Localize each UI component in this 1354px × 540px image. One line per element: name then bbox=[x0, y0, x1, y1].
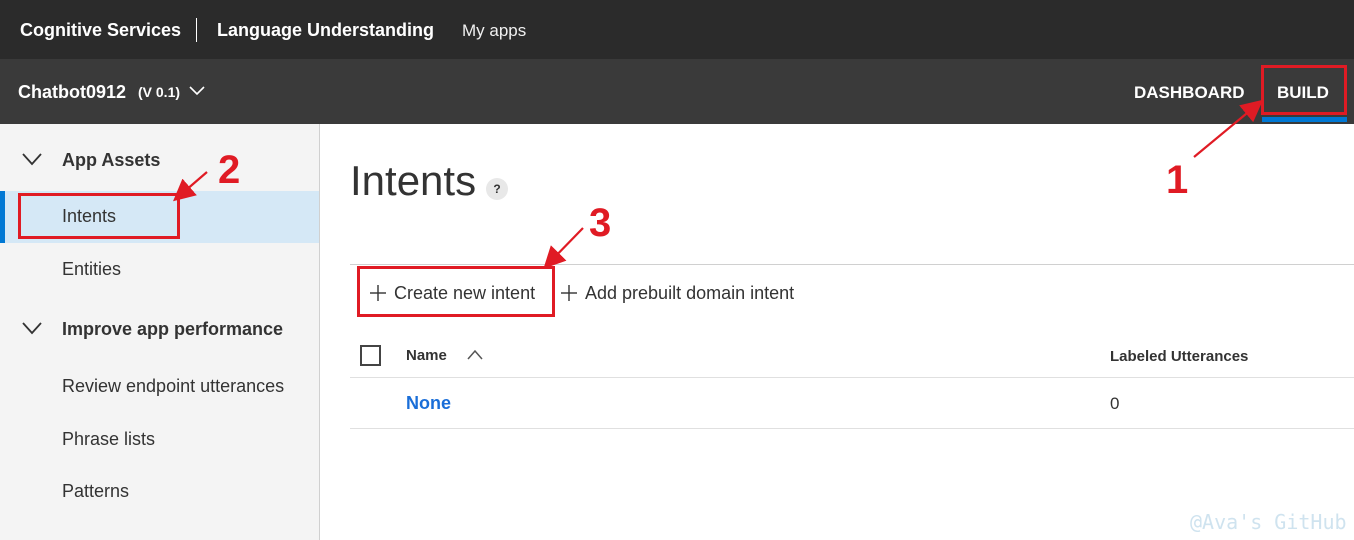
sidebar-item-label: Patterns bbox=[62, 481, 130, 501]
chevron-down-icon[interactable] bbox=[188, 81, 206, 99]
chevron-down-icon[interactable] bbox=[22, 321, 42, 335]
table-row[interactable]: None 0 bbox=[350, 378, 1354, 429]
highlight-build-tab bbox=[1261, 65, 1347, 115]
page-title: Intents bbox=[350, 157, 477, 204]
product-name[interactable]: Language Understanding bbox=[217, 20, 434, 41]
help-icon[interactable]: ? bbox=[486, 178, 508, 200]
intent-name-link[interactable]: None bbox=[406, 393, 451, 414]
chevron-down-icon[interactable] bbox=[22, 152, 42, 166]
app-bar: Chatbot0912 (V 0.1) DASHBOARD BUILD bbox=[0, 59, 1354, 124]
my-apps-link[interactable]: My apps bbox=[462, 21, 526, 41]
header-divider bbox=[196, 18, 197, 42]
sidebar-item-phrase-lists[interactable]: Phrase lists bbox=[0, 414, 319, 466]
highlight-intents-item bbox=[18, 193, 180, 239]
toolbar-divider bbox=[350, 264, 1354, 265]
sidebar-item-entities[interactable]: Entities bbox=[0, 244, 319, 296]
sort-ascending-icon[interactable] bbox=[466, 348, 484, 362]
watermark: @Ava's GitHub bbox=[1190, 510, 1347, 534]
sidebar-group-label: Improve app performance bbox=[62, 319, 284, 339]
arrow-to-create-intent bbox=[543, 227, 584, 269]
add-prebuilt-domain-intent-button[interactable]: Add prebuilt domain intent bbox=[560, 280, 794, 306]
sidebar-item-review-endpoint-utterances[interactable]: Review endpoint utterances bbox=[0, 361, 319, 413]
highlight-create-intent bbox=[357, 266, 555, 317]
intents-table-header: Name Labeled Utterances bbox=[350, 336, 1354, 378]
column-header-labeled-utterances[interactable]: Labeled Utterances bbox=[1110, 348, 1248, 365]
sidebar-item-label: Phrase lists bbox=[62, 429, 156, 449]
sidebar-group-app-assets[interactable]: App Assets bbox=[0, 140, 320, 180]
app-version[interactable]: (V 0.1) bbox=[138, 84, 180, 100]
sidebar: App Assets Intents Entities Improve app … bbox=[0, 124, 320, 540]
sidebar-item-patterns[interactable]: Patterns bbox=[0, 466, 319, 518]
select-all-checkbox[interactable] bbox=[360, 345, 381, 366]
active-tab-indicator bbox=[1262, 117, 1347, 122]
sidebar-item-label: Entities bbox=[62, 259, 122, 279]
app-name[interactable]: Chatbot0912 bbox=[18, 82, 126, 103]
top-header: Cognitive Services Language Understandin… bbox=[0, 0, 1354, 59]
cognitive-services-link[interactable]: Cognitive Services bbox=[20, 20, 181, 41]
tab-dashboard[interactable]: DASHBOARD bbox=[1134, 83, 1245, 103]
column-header-name[interactable]: Name bbox=[406, 347, 447, 364]
add-prebuilt-domain-intent-label: Add prebuilt domain intent bbox=[585, 282, 795, 303]
sidebar-group-improve-app-performance[interactable]: Improve app performance bbox=[0, 309, 320, 349]
active-indicator bbox=[0, 191, 5, 243]
sidebar-item-label: Review endpoint utterances bbox=[62, 376, 285, 396]
plus-icon bbox=[561, 285, 577, 301]
step-number-3: 3 bbox=[589, 201, 612, 245]
step-number-2: 2 bbox=[218, 148, 241, 192]
step-number-1: 1 bbox=[1166, 158, 1189, 202]
labeled-utterances-count: 0 bbox=[1110, 394, 1120, 413]
sidebar-group-label: App Assets bbox=[62, 150, 161, 170]
